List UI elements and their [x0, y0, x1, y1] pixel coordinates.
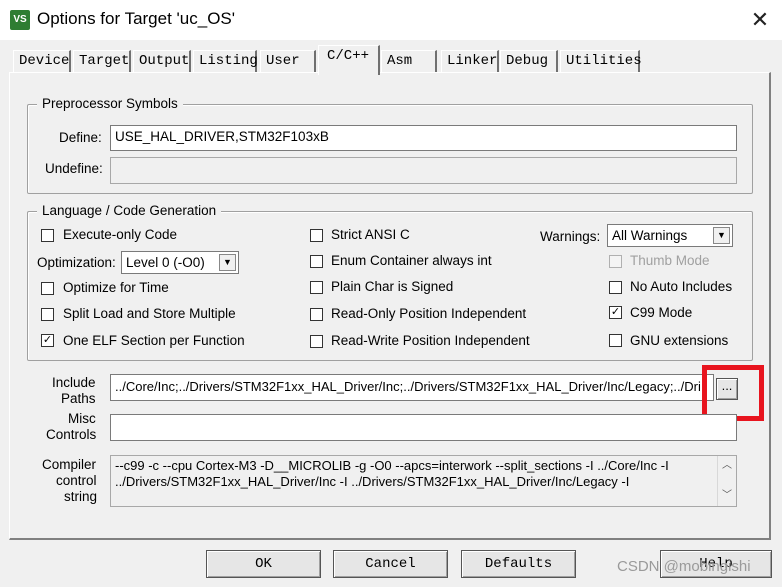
enum-container-checkbox[interactable] — [310, 255, 323, 268]
strict-ansi-checkbox[interactable] — [310, 229, 323, 242]
gnu-ext-checkbox[interactable] — [609, 334, 622, 347]
optimization-label: Optimization: — [37, 255, 116, 270]
undefine-input[interactable] — [110, 157, 737, 184]
ropi-checkbox[interactable] — [310, 308, 323, 321]
close-icon[interactable]: ✕ — [748, 8, 772, 32]
misc-label-2: Controls — [46, 427, 97, 442]
include-label-2: Paths — [61, 391, 96, 406]
defaults-button[interactable]: Defaults — [461, 550, 576, 578]
tab-debug[interactable]: Debug — [500, 50, 558, 72]
ok-button[interactable]: OK — [206, 550, 321, 578]
compiler-line-1: --c99 -c --cpu Cortex-M3 -D__MICROLIB -g… — [115, 458, 669, 473]
no-auto-includes-label: No Auto Includes — [630, 279, 733, 294]
warnings-select[interactable]: All Warnings ▼ — [607, 224, 733, 247]
include-label-1: Include — [52, 375, 96, 390]
tab-asm[interactable]: Asm — [381, 50, 437, 72]
tab-cpp[interactable]: C/C++ — [318, 45, 380, 75]
one-elf-checkbox[interactable]: ✓ — [41, 334, 54, 347]
scroll-up-icon[interactable]: ︿ — [718, 458, 736, 474]
compiler-label-3: string — [64, 489, 98, 504]
undefine-label: Undefine: — [45, 161, 103, 176]
include-paths-input[interactable]: ../Core/Inc;../Drivers/STM32F1xx_HAL_Dri… — [110, 374, 714, 401]
no-auto-includes-checkbox[interactable] — [609, 281, 622, 294]
one-elf-label: One ELF Section per Function — [63, 333, 245, 348]
plain-char-checkbox[interactable] — [310, 281, 323, 294]
tab-user[interactable]: User — [260, 50, 316, 72]
plain-char-label: Plain Char is Signed — [331, 279, 454, 294]
chevron-down-icon: ▼ — [713, 227, 730, 244]
tab-utilities[interactable]: Utilities — [560, 50, 642, 72]
compiler-line-2: ../Drivers/STM32F1xx_HAL_Driver/Inc -I .… — [115, 474, 630, 489]
compiler-scrollbar[interactable]: ︿ ﹀ — [717, 456, 736, 506]
preprocessor-title: Preprocessor Symbols — [37, 96, 183, 111]
define-label: Define: — [59, 130, 102, 145]
optimize-time-checkbox[interactable] — [41, 282, 54, 295]
optimization-select[interactable]: Level 0 (-O0) ▼ — [121, 251, 239, 274]
split-load-label: Split Load and Store Multiple — [63, 306, 236, 321]
warnings-value: All Warnings — [612, 228, 688, 243]
warnings-label: Warnings: — [540, 229, 601, 244]
execute-only-checkbox[interactable] — [41, 229, 54, 242]
strict-ansi-label: Strict ANSI C — [331, 227, 410, 242]
define-input[interactable]: USE_HAL_DRIVER,STM32F103xB — [110, 125, 737, 151]
execute-only-label: Execute-only Code — [63, 227, 178, 242]
tab-device[interactable]: Device — [13, 50, 71, 72]
window-title: Options for Target 'uc_OS' — [37, 9, 235, 28]
c99-mode-label: C99 Mode — [630, 305, 693, 320]
ropi-label: Read-Only Position Independent — [331, 306, 527, 321]
chevron-down-icon: ▼ — [219, 254, 236, 271]
cancel-button[interactable]: Cancel — [333, 550, 448, 578]
misc-controls-input[interactable] — [110, 414, 737, 441]
tab-output[interactable]: Output — [133, 50, 191, 72]
optimization-value: Level 0 (-O0) — [126, 255, 205, 270]
rwpi-checkbox[interactable] — [310, 335, 323, 348]
compiler-control-string: --c99 -c --cpu Cortex-M3 -D__MICROLIB -g… — [110, 455, 737, 507]
tab-listing[interactable]: Listing — [193, 50, 258, 72]
scroll-down-icon[interactable]: ﹀ — [718, 488, 736, 504]
rwpi-label: Read-Write Position Independent — [331, 333, 530, 348]
langgen-title: Language / Code Generation — [37, 203, 222, 218]
compiler-label-2: control — [56, 473, 97, 488]
optimize-time-label: Optimize for Time — [63, 280, 169, 295]
enum-container-label: Enum Container always int — [331, 253, 492, 268]
c99-mode-checkbox[interactable]: ✓ — [609, 306, 622, 319]
misc-label-1: Misc — [68, 411, 96, 426]
tab-linker[interactable]: Linker — [441, 50, 499, 72]
split-load-checkbox[interactable] — [41, 308, 54, 321]
watermark: CSDN @mobingishi — [617, 558, 751, 575]
thumb-mode-label: Thumb Mode — [630, 253, 710, 268]
thumb-mode-checkbox[interactable] — [609, 255, 622, 268]
highlight-box — [702, 365, 764, 421]
gnu-ext-label: GNU extensions — [630, 333, 729, 348]
compiler-label-1: Compiler — [42, 457, 97, 472]
app-icon: VS — [10, 10, 30, 30]
tab-target[interactable]: Target — [73, 50, 131, 72]
